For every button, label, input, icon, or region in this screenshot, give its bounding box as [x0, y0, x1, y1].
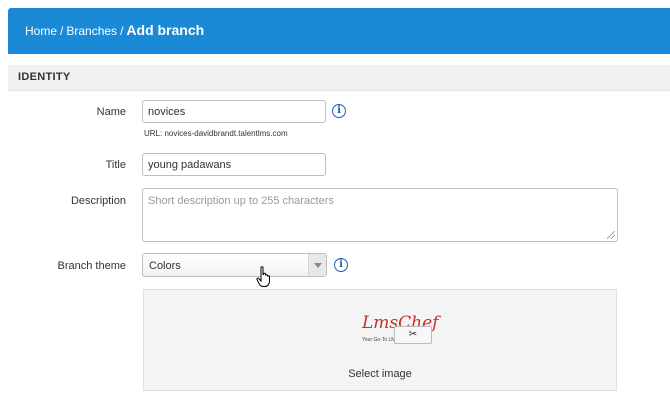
name-input[interactable]: novices: [142, 100, 326, 123]
hand-pointer-icon: [256, 266, 270, 287]
select-image-link[interactable]: Select image: [144, 368, 616, 380]
description-label: Description: [70, 195, 126, 207]
crop-button[interactable]: ✂: [394, 326, 432, 344]
page-header: Home / Branches / Add branch: [8, 8, 670, 54]
branch-theme-label: Branch theme: [57, 260, 126, 272]
chevron-down-icon[interactable]: [308, 254, 326, 276]
identity-section-header: IDENTITY: [8, 65, 670, 91]
breadcrumb-separator: /: [60, 24, 64, 38]
description-textarea[interactable]: Short description up to 255 characters: [142, 188, 618, 242]
branch-theme-value: Colors: [149, 260, 181, 272]
description-placeholder: Short description up to 255 characters: [148, 195, 334, 207]
image-upload-area[interactable]: LmsChef Your Go-To LMS Companion ✂ Selec…: [143, 289, 617, 391]
breadcrumb-separator: /: [120, 24, 124, 38]
info-icon[interactable]: i: [332, 104, 346, 118]
breadcrumb: Home / Branches / Add branch: [25, 22, 204, 38]
resize-handle[interactable]: [607, 231, 615, 239]
breadcrumb-current: Add branch: [126, 22, 205, 38]
breadcrumb-branches[interactable]: Branches: [66, 24, 117, 38]
breadcrumb-home[interactable]: Home: [25, 24, 57, 38]
info-icon[interactable]: i: [334, 258, 348, 272]
url-hint: URL: novices-davidbrandt.talentlms.com: [144, 129, 288, 138]
branch-theme-select[interactable]: Colors: [142, 253, 327, 277]
title-input[interactable]: young padawans: [142, 153, 326, 176]
section-title: IDENTITY: [18, 71, 71, 83]
title-label: Title: [105, 159, 126, 171]
name-label: Name: [96, 106, 126, 118]
